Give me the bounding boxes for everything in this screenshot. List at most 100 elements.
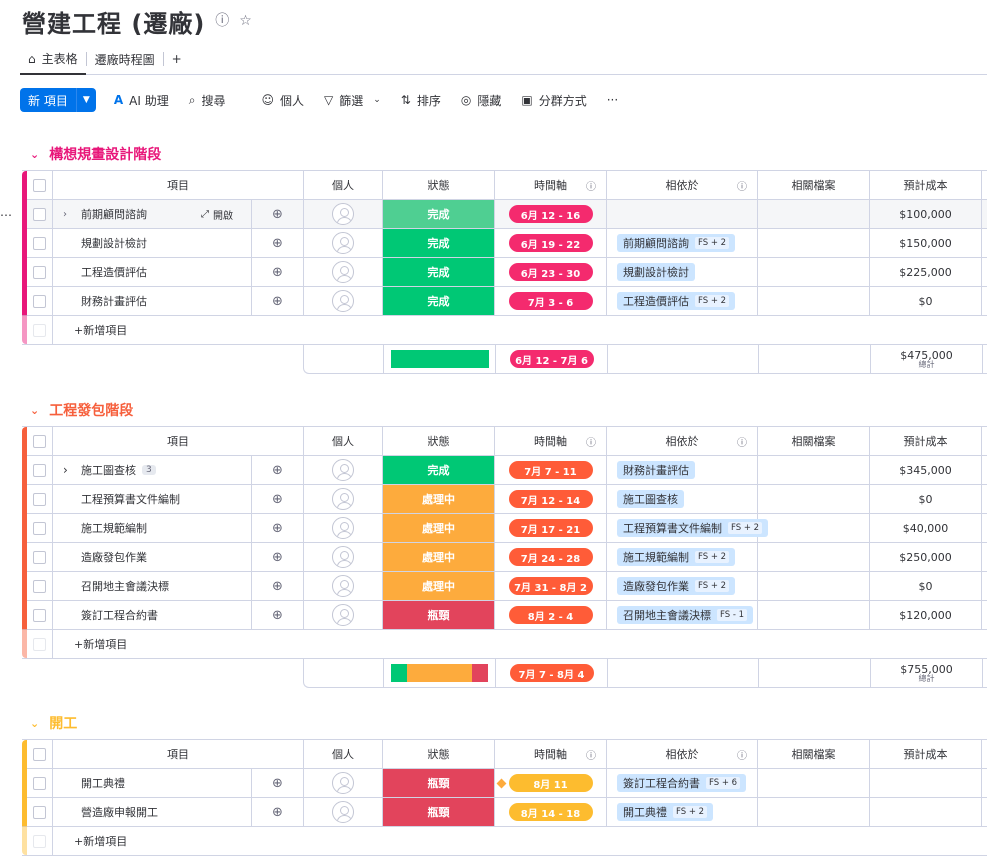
more-button[interactable]: ··· <box>607 93 618 107</box>
dependency-chip[interactable]: 財務計畫評估 <box>617 461 695 479</box>
info-icon[interactable]: ⓘ <box>586 178 596 193</box>
status-label[interactable]: 完成 <box>383 200 494 228</box>
timeline-cell[interactable]: 6月 23 - 30 <box>495 258 607 286</box>
column-header-files[interactable]: 相關檔案 <box>758 171 870 199</box>
avatar-placeholder-icon[interactable] <box>332 261 354 283</box>
cost-cell[interactable]: $345,000 <box>870 456 982 484</box>
filter-button[interactable]: ▽ 篩選 ⌄ <box>324 92 381 109</box>
files-cell[interactable] <box>758 572 870 600</box>
item-name-cell[interactable]: 召開地主會議決標 <box>53 572 252 600</box>
add-item-row[interactable]: +新增項目 <box>22 826 987 856</box>
status-summary-bar[interactable] <box>390 350 489 368</box>
table-row[interactable]: 工程預算書文件編制 ⊕ 處理中 7月 12 - 14 施工圖查核 $0 <box>22 484 987 514</box>
updates-cell[interactable]: ⊕ <box>252 543 304 571</box>
chevron-down-icon[interactable]: ⌄ <box>30 717 39 730</box>
timeline-cell[interactable]: 7月 3 - 6 <box>495 287 607 315</box>
timeline-cell[interactable]: 6月 19 - 22 <box>495 229 607 257</box>
row-checkbox[interactable] <box>33 608 46 622</box>
status-cell[interactable]: 瓶頸 <box>383 769 495 797</box>
person-filter-button[interactable]: ☺ 個人 <box>261 92 304 109</box>
info-icon[interactable]: ⓘ <box>586 434 596 449</box>
column-header-timeline[interactable]: 時間軸 ⓘ <box>495 740 607 768</box>
table-row[interactable]: 簽訂工程合約書 ⊕ 瓶頸 8月 2 - 4 召開地主會議決標 FS - 1 $12… <box>22 600 987 630</box>
column-header-status[interactable]: 狀態 <box>383 427 495 455</box>
status-label[interactable]: 完成 <box>383 287 494 315</box>
column-header-files[interactable]: 相關檔案 <box>758 740 870 768</box>
updates-cell[interactable]: ⊕ <box>252 769 304 797</box>
chevron-down-icon[interactable]: ⌄ <box>30 148 39 161</box>
add-update-icon[interactable]: ⊕ <box>272 550 283 565</box>
add-update-icon[interactable]: ⊕ <box>272 579 283 594</box>
status-label[interactable]: 完成 <box>383 456 494 484</box>
status-cell[interactable]: 處理中 <box>383 514 495 542</box>
depends-cell[interactable]: 召開地主會議決標 FS - 1 <box>607 601 758 629</box>
cost-cell[interactable]: $0 <box>870 572 982 600</box>
item-name-cell[interactable]: 規劃設計檢討 <box>53 229 252 257</box>
depends-cell[interactable]: 施工規範編制 FS + 2 <box>607 543 758 571</box>
status-cell[interactable]: 完成 <box>383 229 495 257</box>
status-summary-cell[interactable] <box>384 659 496 687</box>
group-header[interactable]: ⌄ 工程發包階段 <box>30 400 133 420</box>
add-update-icon[interactable]: ⊕ <box>272 294 283 309</box>
depends-cell[interactable]: 施工圖查核 <box>607 485 758 513</box>
depends-cell[interactable] <box>607 200 758 228</box>
files-cell[interactable] <box>758 601 870 629</box>
select-all-checkbox[interactable] <box>33 178 46 192</box>
add-update-icon[interactable]: ⊕ <box>272 207 283 222</box>
updates-cell[interactable]: ⊕ <box>252 456 304 484</box>
updates-cell[interactable]: ⊕ <box>252 485 304 513</box>
depends-cell[interactable]: 造廠發包作業 FS + 2 <box>607 572 758 600</box>
depends-cell[interactable]: 規劃設計檢討 <box>607 258 758 286</box>
column-header-person[interactable]: 個人 <box>304 427 383 455</box>
item-name-cell[interactable]: › 施工圖查核 3 <box>53 456 252 484</box>
dependency-chip[interactable]: 簽訂工程合約書 FS + 6 <box>617 774 747 792</box>
add-update-icon[interactable]: ⊕ <box>272 265 283 280</box>
table-row[interactable]: 開工典禮 ⊕ 瓶頸 8月 11 簽訂工程合約書 FS + 6 <box>22 768 987 798</box>
row-checkbox[interactable] <box>33 805 46 819</box>
cost-cell[interactable] <box>870 798 982 826</box>
chevron-right-icon[interactable]: › <box>63 463 68 477</box>
timeline-pill[interactable]: 7月 12 - 14 <box>508 490 593 508</box>
timeline-cell[interactable]: 8月 11 <box>495 769 607 797</box>
files-cell[interactable] <box>758 258 870 286</box>
cost-cell[interactable]: $225,000 <box>870 258 982 286</box>
cost-cell[interactable]: $250,000 <box>870 543 982 571</box>
status-cell[interactable]: 瓶頸 <box>383 601 495 629</box>
status-cell[interactable]: 處理中 <box>383 572 495 600</box>
add-update-icon[interactable]: ⊕ <box>272 805 283 820</box>
person-cell[interactable] <box>304 200 383 228</box>
status-summary-bar[interactable] <box>390 664 489 682</box>
page-title[interactable]: 營建工程 (遷廠) <box>22 4 205 39</box>
timeline-pill[interactable]: 7月 31 - 8月 2 <box>508 577 593 595</box>
dependency-chip[interactable]: 工程造價評估 FS + 2 <box>617 292 736 310</box>
item-name-cell[interactable]: 營造廠申報開工 <box>53 798 252 826</box>
chevron-right-icon[interactable]: › <box>63 209 67 220</box>
status-cell[interactable]: 完成 <box>383 258 495 286</box>
avatar-placeholder-icon[interactable] <box>332 604 354 626</box>
updates-cell[interactable]: ⊕ <box>252 798 304 826</box>
item-name[interactable]: 簽訂工程合約書 <box>81 607 158 623</box>
cost-cell[interactable] <box>870 769 982 797</box>
timeline-cell[interactable]: 7月 7 - 11 <box>495 456 607 484</box>
new-item-button[interactable]: 新 項目 ▼ <box>20 88 96 112</box>
subitem-count-badge[interactable]: 3 <box>142 465 156 475</box>
add-update-icon[interactable]: ⊕ <box>272 521 283 536</box>
add-item-input[interactable]: +新增項目 <box>74 630 127 658</box>
item-name-cell[interactable]: 施工規範編制 <box>53 514 252 542</box>
avatar-placeholder-icon[interactable] <box>332 575 354 597</box>
item-name[interactable]: 財務計畫評估 <box>81 293 147 309</box>
avatar-placeholder-icon[interactable] <box>332 488 354 510</box>
status-label[interactable]: 處理中 <box>383 514 494 542</box>
dependency-chip[interactable]: 開工典禮 FS + 2 <box>617 803 714 821</box>
info-icon[interactable]: ⓘ <box>586 747 596 762</box>
avatar-placeholder-icon[interactable] <box>332 546 354 568</box>
row-checkbox[interactable] <box>33 207 46 221</box>
files-cell[interactable] <box>758 456 870 484</box>
add-update-icon[interactable]: ⊕ <box>272 463 283 478</box>
dependency-chip[interactable]: 規劃設計檢討 <box>617 263 695 281</box>
timeline-pill[interactable]: 6月 19 - 22 <box>508 234 593 252</box>
avatar-placeholder-icon[interactable] <box>332 517 354 539</box>
row-menu-icon[interactable]: ⋯ <box>0 208 12 222</box>
add-column-cell[interactable] <box>982 171 987 199</box>
add-column-cell[interactable] <box>982 740 987 768</box>
